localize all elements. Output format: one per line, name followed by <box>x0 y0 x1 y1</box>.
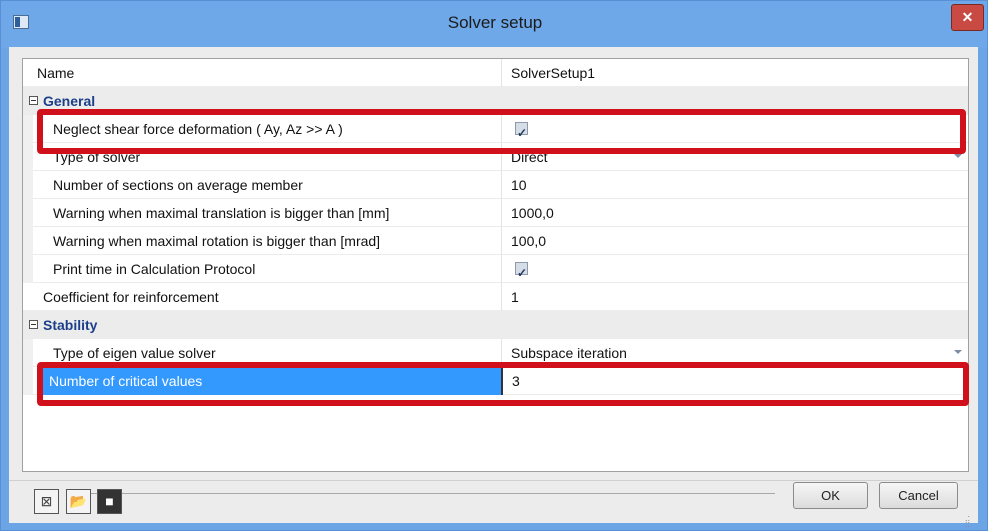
property-value-dropdown[interactable]: Direct <box>501 143 968 171</box>
chevron-down-icon[interactable] <box>954 350 962 354</box>
property-label-selected: Number of critical values <box>43 367 501 395</box>
indent-bar <box>23 367 33 395</box>
property-row-critical-values[interactable]: Number of critical values 3 <box>23 367 968 395</box>
property-value[interactable]: 100,0 <box>501 227 968 255</box>
collapse-icon[interactable] <box>29 320 38 329</box>
property-row-eigen-solver[interactable]: Type of eigen value solver Subspace iter… <box>23 339 968 367</box>
property-row-coefficient[interactable]: Coefficient for reinforcement 1 <box>23 283 968 311</box>
property-row-max-translation[interactable]: Warning when maximal translation is bigg… <box>23 199 968 227</box>
window-title: Solver setup <box>447 13 543 32</box>
save-icon[interactable]: ■ <box>97 489 122 514</box>
indent-bar <box>23 115 33 143</box>
property-row-print-time[interactable]: Print time in Calculation Protocol <box>23 255 968 287</box>
category-general[interactable]: General <box>23 87 968 115</box>
property-row-type-of-solver[interactable]: Type of solver Direct <box>23 143 968 171</box>
checkbox-checked-icon[interactable] <box>515 259 528 287</box>
property-row-max-rotation[interactable]: Warning when maximal rotation is bigger … <box>23 227 968 255</box>
name-row[interactable]: Name SolverSetup1 <box>23 59 968 87</box>
category-general-label: General <box>43 93 96 109</box>
critical-values-input[interactable]: 3 <box>501 367 968 395</box>
property-grid: Name SolverSetup1 General Neglect shear … <box>22 58 969 472</box>
indent-bar <box>23 143 33 171</box>
property-label: Warning when maximal rotation is bigger … <box>53 233 381 249</box>
name-label: Name <box>37 65 75 81</box>
chevron-down-icon[interactable] <box>954 154 962 158</box>
resize-grip-icon[interactable]: .::: <box>965 514 977 529</box>
indent-bar <box>23 227 33 255</box>
open-folder-icon[interactable]: 📂 <box>66 489 91 514</box>
property-value-checkbox[interactable] <box>501 115 968 147</box>
cancel-button[interactable]: Cancel <box>879 482 958 509</box>
checkbox-checked-icon[interactable] <box>515 119 528 147</box>
property-label: Type of eigen value solver <box>53 345 216 361</box>
name-value[interactable]: SolverSetup1 <box>501 59 968 87</box>
collapse-icon[interactable] <box>29 96 38 105</box>
category-stability[interactable]: Stability <box>23 311 968 339</box>
property-value[interactable]: 1000,0 <box>501 199 968 227</box>
close-icon: ✕ <box>961 9 974 25</box>
indent-bar <box>23 199 33 227</box>
property-label: Warning when maximal translation is bigg… <box>53 205 390 221</box>
ok-button[interactable]: OK <box>793 482 868 509</box>
export-icon[interactable]: ⊠ <box>34 489 59 514</box>
property-value-checkbox[interactable] <box>501 255 968 287</box>
property-row-sections[interactable]: Number of sections on average member 10 <box>23 171 968 199</box>
property-label: Coefficient for reinforcement <box>43 289 219 305</box>
property-label: Print time in Calculation Protocol <box>53 261 256 277</box>
indent-bar <box>23 255 33 283</box>
divider <box>75 493 775 494</box>
property-label: Type of solver <box>53 149 141 165</box>
property-label: Neglect shear force deformation ( Ay, Az… <box>53 121 343 137</box>
property-value[interactable]: 10 <box>501 171 968 199</box>
close-button[interactable]: ✕ <box>951 4 984 31</box>
property-value[interactable]: 1 <box>501 283 968 311</box>
category-stability-label: Stability <box>43 317 98 333</box>
indent-bar <box>23 171 33 199</box>
property-label: Number of sections on average member <box>53 177 303 193</box>
indent-bar <box>23 339 33 367</box>
title-bar[interactable]: Solver setup ✕ <box>1 1 987 48</box>
property-value-dropdown[interactable]: Subspace iteration <box>501 339 968 367</box>
property-row-neglect-shear[interactable]: Neglect shear force deformation ( Ay, Az… <box>23 115 968 147</box>
